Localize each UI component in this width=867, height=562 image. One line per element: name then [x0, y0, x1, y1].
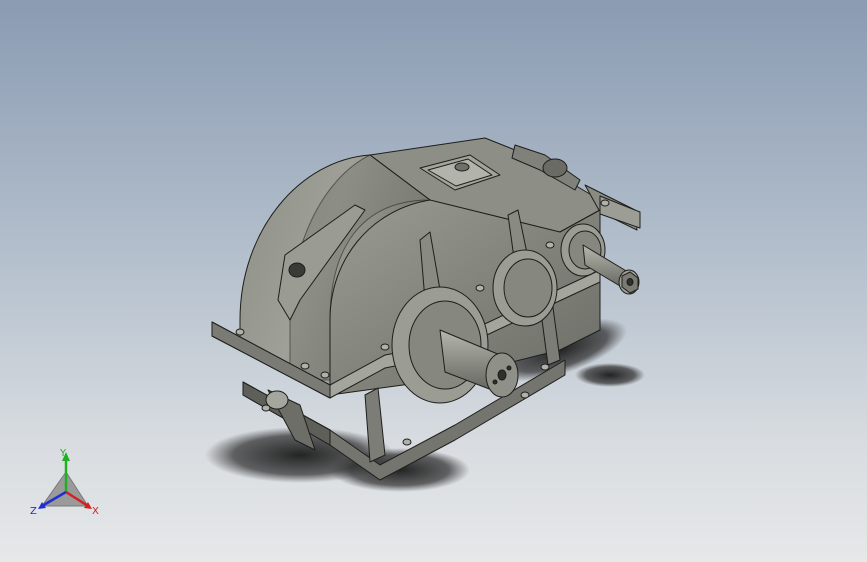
gear-reducer-model[interactable] [0, 0, 867, 562]
graphics-viewport[interactable]: Y X Z [0, 0, 867, 562]
orientation-triad[interactable]: Y X Z [28, 448, 104, 520]
y-axis-label: Y [59, 448, 67, 459]
x-axis-label: X [92, 506, 99, 517]
z-axis-label: Z [30, 506, 37, 517]
